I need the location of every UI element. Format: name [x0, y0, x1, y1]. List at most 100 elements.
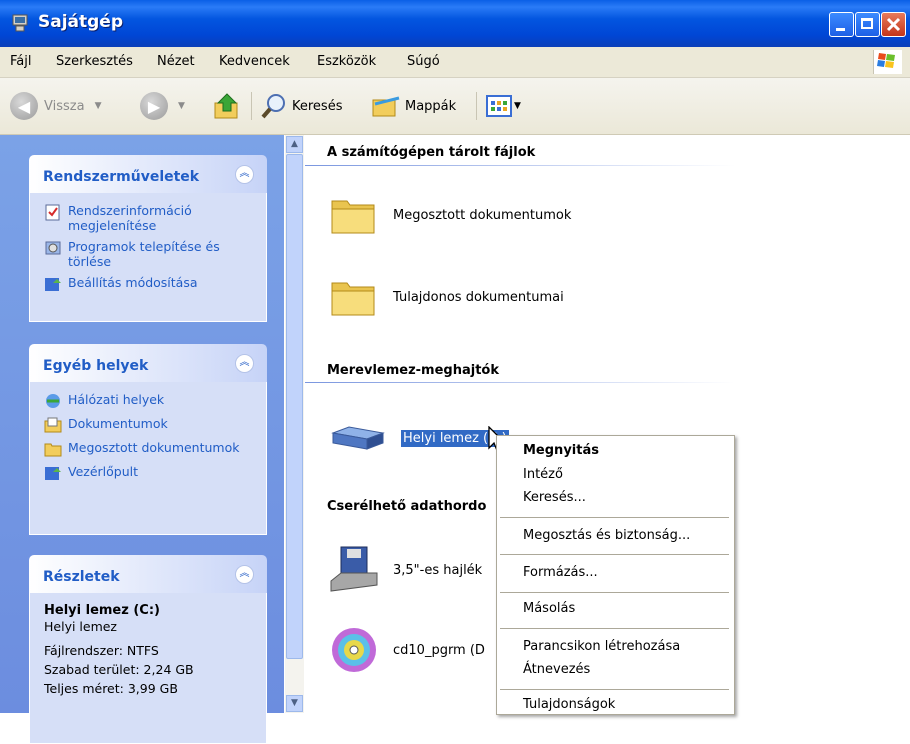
menu-format[interactable]: Formázás... — [523, 565, 598, 580]
forward-button[interactable]: ▶ ▼ — [140, 90, 185, 122]
details-name: Helyi lemez (C:) — [44, 603, 160, 618]
task-add-remove-programs[interactable]: Programok telepítése és törlése — [44, 239, 256, 269]
search-button[interactable]: Keresés — [260, 90, 342, 122]
task-pane-scrollbar[interactable]: ▲ ▼ — [285, 135, 304, 713]
windows-logo-icon — [873, 50, 902, 74]
menu-separator — [500, 517, 729, 518]
group-divider — [305, 165, 735, 166]
menu-separator — [500, 689, 729, 690]
control-panel-icon — [45, 278, 61, 291]
details-title: Részletek — [43, 569, 120, 585]
cd-drive-icon — [332, 628, 376, 672]
menu-copy[interactable]: Másolás — [523, 601, 575, 616]
system-info-icon — [45, 204, 60, 221]
collapse-chevron-icon[interactable]: ︽ — [235, 354, 254, 373]
system-tasks-title: Rendszerműveletek — [43, 169, 200, 185]
menu-rename[interactable]: Átnevezés — [523, 662, 590, 677]
task-view-system-info[interactable]: Rendszerinformáció megjelenítése — [44, 203, 256, 233]
item-label: 3,5"-es hajlék — [393, 562, 483, 578]
floppy-drive-icon — [330, 546, 378, 592]
menu-edit[interactable]: Szerkesztés — [56, 54, 133, 69]
item-local-disk[interactable]: Helyi lemez (C:) — [329, 423, 509, 453]
menu-file[interactable]: Fájl — [10, 54, 31, 69]
menu-favorites[interactable]: Kedvencek — [219, 54, 290, 69]
item-label: Megosztott dokumentumok — [393, 207, 572, 223]
network-places-icon — [46, 394, 60, 408]
item-owner-documents[interactable]: Tulajdonos dokumentumai — [329, 277, 564, 317]
up-button[interactable] — [212, 90, 242, 122]
menu-separator — [500, 592, 729, 593]
details-total-size: Teljes méret: 3,99 GB — [44, 681, 178, 696]
details-panel: Részletek ︽ Helyi lemez (C:) Helyi lemez… — [29, 555, 267, 744]
collapse-chevron-icon[interactable]: ︽ — [235, 165, 254, 184]
task-label: Programok telepítése és törlése — [68, 239, 220, 269]
menu-tools[interactable]: Eszközök — [317, 54, 376, 69]
window-title: Sajátgép — [38, 12, 124, 32]
task-pane: Rendszerműveletek ︽ Rendszerinformáció m… — [0, 135, 284, 744]
forward-dropdown-icon[interactable]: ▼ — [178, 101, 185, 111]
place-network[interactable]: Hálózati helyek — [44, 392, 256, 410]
system-tasks-panel: Rendszerműveletek ︽ Rendszerinformáció m… — [29, 155, 267, 322]
details-filesystem: Fájlrendszer: NTFS — [44, 643, 159, 658]
folder-icon — [331, 200, 375, 234]
back-dropdown-icon[interactable]: ▼ — [95, 101, 102, 111]
scroll-up-icon[interactable]: ▲ — [286, 136, 303, 153]
details-type: Helyi lemez — [44, 619, 117, 634]
item-label: cd10_pgrm (D — [393, 642, 485, 658]
menu-search[interactable]: Keresés... — [523, 490, 586, 505]
add-remove-programs-icon — [45, 241, 61, 255]
other-places-header[interactable]: Egyéb helyek ︽ — [29, 344, 267, 382]
menu-open[interactable]: Megnyitás — [523, 443, 599, 458]
details-header[interactable]: Részletek ︽ — [29, 555, 267, 593]
views-icon — [486, 95, 512, 117]
documents-folder-icon — [44, 417, 62, 433]
task-label: Beállítás módosítása — [68, 275, 198, 290]
views-button[interactable]: ▼ — [486, 90, 521, 122]
place-label: Vezérlőpult — [68, 464, 139, 479]
back-button[interactable]: ◀ Vissza ▼ — [10, 90, 101, 122]
place-label: Dokumentumok — [68, 416, 168, 431]
item-cd-drive[interactable]: cd10_pgrm (D — [329, 625, 485, 675]
toolbar-separator — [251, 92, 252, 120]
menu-properties[interactable]: Tulajdonságok — [523, 697, 615, 712]
group-header-hard-drives: Merevlemez-meghajtók — [327, 363, 499, 378]
toolbar-separator — [476, 92, 477, 120]
group-divider — [305, 382, 735, 383]
menu-help[interactable]: Súgó — [407, 54, 440, 69]
place-control-panel[interactable]: Vezérlőpult — [44, 464, 256, 482]
back-label: Vissza — [44, 98, 85, 114]
title-bar: Sajátgép — [0, 0, 910, 47]
scroll-down-icon[interactable]: ▼ — [286, 695, 303, 712]
item-shared-documents[interactable]: Megosztott dokumentumok — [329, 195, 571, 235]
group-header-files: A számítógépen tárolt fájlok — [327, 145, 536, 160]
control-panel-icon — [45, 467, 61, 480]
item-floppy[interactable]: 3,5"-es hajlék — [329, 545, 482, 595]
close-button[interactable] — [881, 12, 906, 37]
forward-arrow-icon: ▶ — [140, 92, 168, 120]
menu-separator — [500, 628, 729, 629]
other-places-title: Egyéb helyek — [43, 358, 149, 374]
task-change-setting[interactable]: Beállítás módosítása — [44, 275, 256, 293]
menu-separator — [500, 554, 729, 555]
menu-view[interactable]: Nézet — [157, 54, 195, 69]
place-documents[interactable]: Dokumentumok — [44, 416, 256, 434]
menu-sharing-security[interactable]: Megosztás és biztonság... — [523, 528, 690, 543]
system-tasks-header[interactable]: Rendszerműveletek ︽ — [29, 155, 267, 193]
maximize-button[interactable] — [855, 12, 880, 37]
scrollbar-thumb[interactable] — [286, 154, 303, 659]
other-places-panel: Egyéb helyek ︽ Hálózati helyek Dokumentu… — [29, 344, 267, 535]
search-label: Keresés — [292, 98, 343, 114]
views-dropdown-icon[interactable]: ▼ — [514, 101, 521, 111]
hard-drive-icon — [331, 426, 385, 450]
minimize-button[interactable] — [829, 12, 854, 37]
place-label: Megosztott dokumentumok — [68, 440, 240, 455]
menu-create-shortcut[interactable]: Parancsikon létrehozása — [523, 639, 680, 654]
folder-icon — [44, 443, 62, 457]
menu-explore[interactable]: Intéző — [523, 467, 563, 482]
collapse-chevron-icon[interactable]: ︽ — [235, 565, 254, 584]
place-shared-documents[interactable]: Megosztott dokumentumok — [44, 440, 256, 458]
folders-button[interactable]: Mappák — [371, 90, 456, 122]
details-free-space: Szabad terület: 2,24 GB — [44, 662, 194, 677]
folders-label: Mappák — [405, 98, 457, 114]
close-icon — [886, 17, 901, 32]
